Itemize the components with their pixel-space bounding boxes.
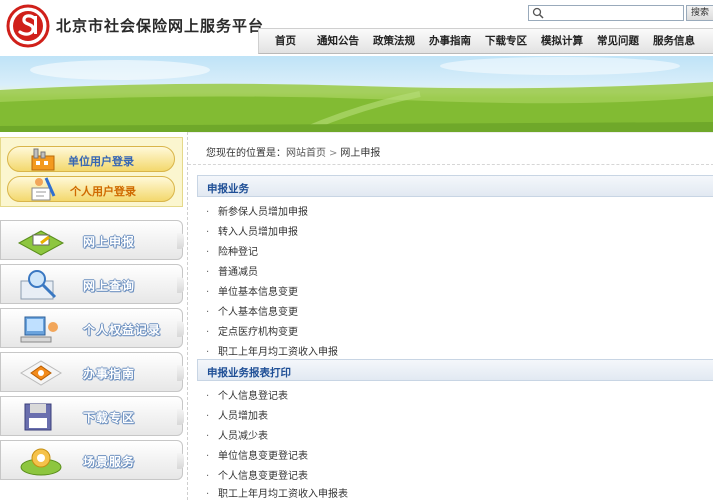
nav-item-faq[interactable]: 常见问题 — [597, 29, 639, 53]
factory-icon — [31, 148, 55, 171]
list-item[interactable]: · 职工上年月均工资收入申报表 — [206, 485, 348, 500]
list-item[interactable]: · 险种登记 — [206, 243, 258, 258]
breadcrumb-home-link[interactable]: 网站首页 — [286, 148, 326, 159]
sidebar-item-scene-service[interactable]: 场景服务 — [0, 440, 184, 480]
sidebar-item-label: 办事指南 — [83, 367, 136, 381]
download-icon — [24, 403, 52, 431]
person-pen-icon — [31, 177, 56, 201]
list-item[interactable]: · 单位基本信息变更 — [206, 283, 298, 298]
nav-item-notices[interactable]: 通知公告 — [317, 29, 359, 53]
sidebar: 单位用户登录 个人用户登录 网上申报 网上查询 个人权益记录 办事指南 下载专区… — [0, 132, 185, 500]
list-item[interactable]: · 定点医疗机构变更 — [206, 323, 298, 338]
sidebar-item-label: 网上查询 — [83, 279, 136, 293]
nav-item-home[interactable]: 首页 — [275, 29, 296, 53]
section-title: 申报业务报表打印 — [207, 367, 291, 379]
breadcrumb-current: 网上申报 — [340, 148, 381, 159]
list-item[interactable]: · 单位信息变更登记表 — [206, 447, 308, 462]
main-nav: 首页 通知公告 政策法规 办事指南 下载专区 模拟计算 常见问题 服务信息 — [258, 28, 713, 54]
unit-user-login-button[interactable]: 单位用户登录 — [7, 146, 175, 172]
login-panel: 单位用户登录 个人用户登录 — [0, 137, 183, 207]
list-item[interactable]: · 个人信息登记表 — [206, 387, 288, 402]
personal-record-icon — [20, 316, 58, 343]
nav-item-service-info[interactable]: 服务信息 — [653, 29, 695, 53]
nav-item-guide[interactable]: 办事指南 — [429, 29, 471, 53]
unit-user-login-label: 单位用户登录 — [68, 155, 134, 168]
breadcrumb-prefix: 您现在的位置是： — [206, 148, 286, 159]
list-item[interactable]: · 普通减员 — [206, 263, 258, 278]
online-declare-icon — [17, 230, 65, 256]
search-icon — [532, 7, 544, 19]
breadcrumb: 您现在的位置是：网站首页 > 网上申报 — [188, 132, 713, 165]
list-item[interactable]: · 转入人员增加申报 — [206, 223, 298, 238]
search-input-box[interactable] — [528, 5, 684, 21]
sidebar-item-personal-record[interactable]: 个人权益记录 — [0, 308, 184, 348]
section-header-declare: 申报业务 — [197, 175, 713, 197]
list-item[interactable]: · 个人基本信息变更 — [206, 303, 298, 318]
list-item[interactable]: · 个人信息变更登记表 — [206, 467, 308, 482]
list-item[interactable]: · 人员减少表 — [206, 427, 268, 442]
online-query-icon — [20, 270, 57, 300]
sidebar-item-online-query[interactable]: 网上查询 — [0, 264, 184, 304]
guide-icon — [20, 360, 62, 386]
social-insurance-logo-icon — [6, 4, 50, 48]
section-title: 申报业务 — [207, 183, 249, 195]
sidebar-item-label: 场景服务 — [83, 455, 136, 469]
site-title: 北京市社会保险网上服务平台 — [56, 17, 265, 35]
personal-user-login-button[interactable]: 个人用户登录 — [7, 176, 175, 202]
nav-item-policies[interactable]: 政策法规 — [373, 29, 415, 53]
search-button[interactable]: 搜索 — [686, 5, 713, 21]
sidebar-item-downloads[interactable]: 下载专区 — [0, 396, 184, 436]
sidebar-item-guide[interactable]: 办事指南 — [0, 352, 184, 392]
search-input[interactable] — [529, 6, 683, 21]
nav-item-calculator[interactable]: 模拟计算 — [541, 29, 583, 53]
section-header-report-print: 申报业务报表打印 — [197, 359, 713, 381]
sidebar-item-label: 个人权益记录 — [83, 323, 162, 337]
breadcrumb-separator: > — [329, 148, 338, 159]
sidebar-item-online-declare[interactable]: 网上申报 — [0, 220, 184, 260]
header: 北京市社会保险网上服务平台 搜索 首页 通知公告 政策法规 办事指南 下载专区 … — [0, 0, 713, 56]
main-content: 您现在的位置是：网站首页 > 网上申报 申报业务 · 新参保人员增加申报 · 转入人员增… — [187, 132, 713, 500]
banner-image — [0, 56, 713, 132]
list-item[interactable]: · 新参保人员增加申报 — [206, 203, 308, 218]
nav-item-downloads[interactable]: 下载专区 — [485, 29, 527, 53]
personal-user-login-label: 个人用户登录 — [70, 185, 136, 198]
list-item[interactable]: · 人员增加表 — [206, 407, 268, 422]
sidebar-item-label: 下载专区 — [83, 411, 136, 425]
list-item[interactable]: · 职工上年月均工资收入申报 — [206, 343, 338, 358]
scene-service-icon — [20, 448, 62, 476]
sidebar-item-label: 网上申报 — [83, 235, 136, 249]
